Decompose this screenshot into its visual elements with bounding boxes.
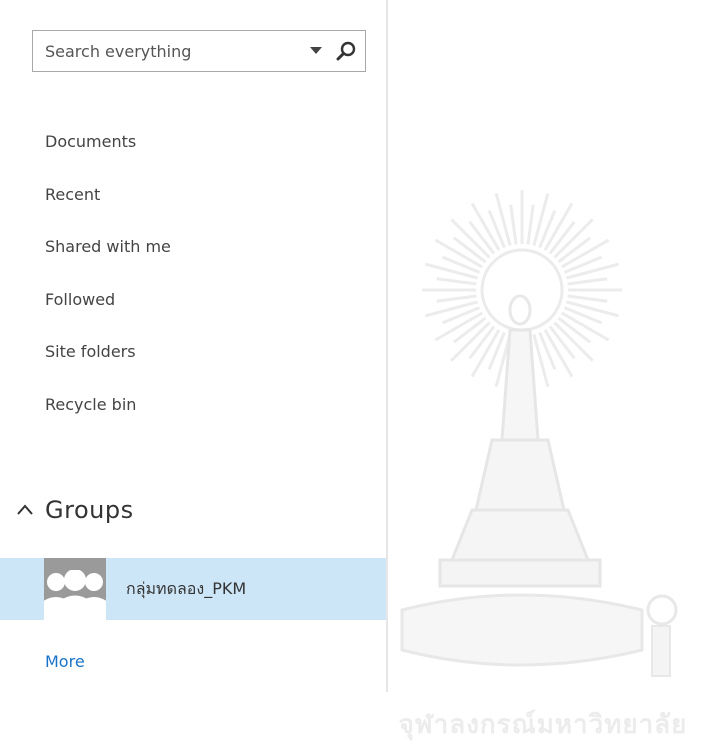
emblem-ray	[436, 294, 477, 303]
watermark-caption: จุฬาลงกรณ์มหาวิทยาลัย	[398, 710, 688, 740]
emblem-ray	[494, 193, 512, 246]
groups-title: Groups	[45, 496, 134, 524]
watermark-emblem	[392, 180, 692, 700]
emblem-ray	[532, 193, 550, 246]
group-avatar-icon	[44, 558, 106, 620]
nav-item-recycle-bin[interactable]: Recycle bin	[0, 387, 386, 440]
emblem-ray	[532, 334, 550, 387]
nav-item-shared-with-me[interactable]: Shared with me	[0, 229, 386, 282]
emblem-ray	[509, 204, 518, 245]
emblem-ray	[436, 277, 477, 286]
nav-item-documents[interactable]: Documents	[0, 124, 386, 177]
groups-header[interactable]: Groups	[14, 490, 134, 530]
emblem-ray	[566, 262, 619, 280]
search-box[interactable]	[32, 30, 366, 72]
emblem-ray	[567, 277, 608, 286]
nav-item-recent[interactable]: Recent	[0, 177, 386, 230]
nav-list: Documents Recent Shared with me Followed…	[0, 124, 386, 440]
group-item[interactable]: กลุ่มทดลอง_PKM	[0, 558, 386, 620]
navigation-pane: Documents Recent Shared with me Followed…	[0, 0, 386, 692]
nav-item-followed[interactable]: Followed	[0, 282, 386, 335]
emblem-ray	[566, 300, 619, 318]
emblem-ray	[567, 294, 608, 303]
pane-divider	[386, 0, 388, 692]
group-name: กลุ่มทดลอง_PKM	[126, 578, 247, 598]
chevron-down-icon[interactable]	[305, 31, 327, 71]
more-link[interactable]: More	[45, 652, 85, 671]
emblem-ray	[425, 300, 478, 318]
search-icon[interactable]	[327, 31, 365, 71]
chevron-up-icon[interactable]	[14, 499, 36, 521]
emblem-ray	[425, 262, 478, 280]
search-input[interactable]	[33, 32, 305, 70]
emblem-ray	[526, 204, 535, 245]
nav-item-site-folders[interactable]: Site folders	[0, 334, 386, 387]
page: Documents Recent Shared with me Followed…	[0, 0, 701, 742]
